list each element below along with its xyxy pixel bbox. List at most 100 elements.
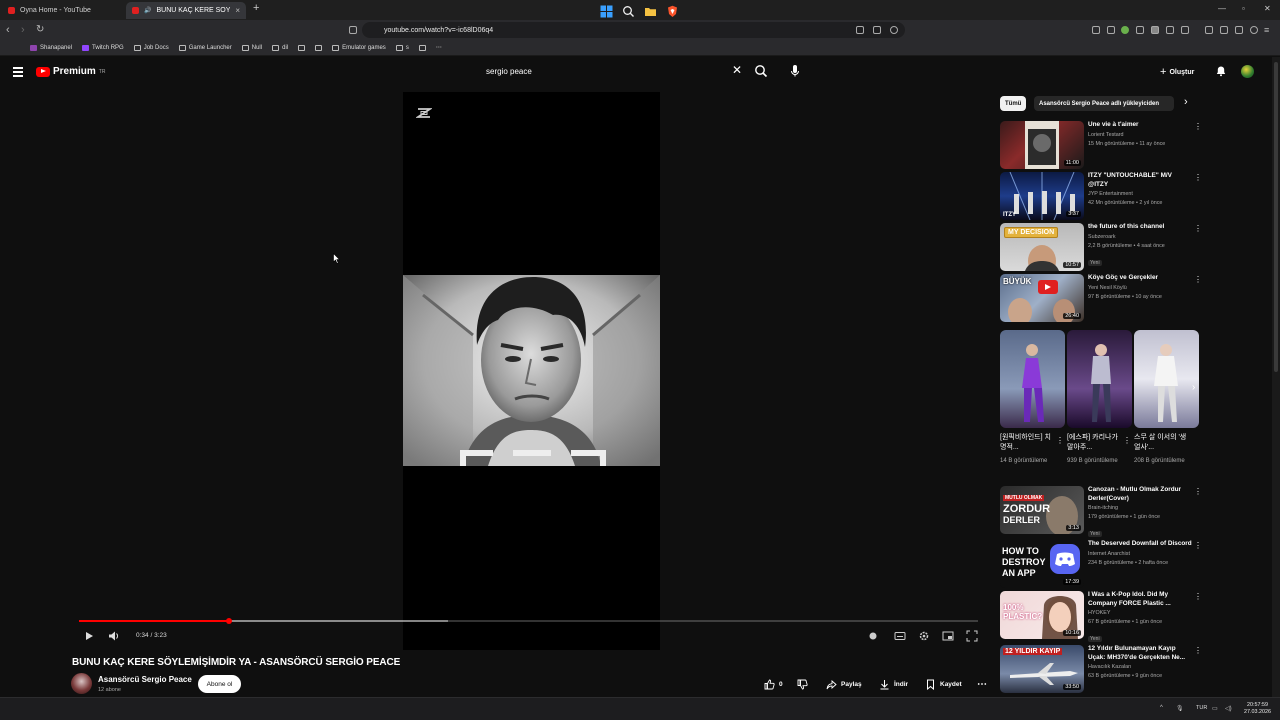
bookmark-folder[interactable] (418, 44, 426, 51)
brave-browser-icon[interactable] (666, 5, 679, 18)
video-progress-bar[interactable] (79, 618, 978, 624)
extension-icon[interactable] (1107, 26, 1115, 34)
save-button[interactable]: Kaydet (925, 676, 962, 693)
tab-current-video[interactable]: 🔊 BUNU KAÇ KERE SÖYLEMİŞİMDİR × (126, 2, 246, 19)
tab-oyna-home[interactable]: Oyna Home - YouTube (2, 2, 122, 19)
more-options-icon[interactable]: ⋮ (1194, 224, 1202, 234)
bookmark-icon[interactable] (349, 26, 357, 34)
fullscreen-icon[interactable] (966, 630, 978, 642)
bookmark-twitch-rpg[interactable]: Twitch RPG (82, 44, 124, 51)
scrubber-handle[interactable] (226, 618, 233, 624)
recommendation-info[interactable]: ITZY "UNTOUCHABLE" M/V @ITZY JYP Enterta… (1088, 172, 1193, 208)
play-icon[interactable] (83, 630, 95, 642)
chip-all[interactable]: Tümü (1000, 96, 1027, 111)
recommendation-info[interactable]: Une vie à t'aimer Lorient Testard 15 Mn … (1088, 121, 1193, 149)
more-options-icon[interactable]: ⋮ (1194, 541, 1202, 551)
sidebar-icon[interactable] (1220, 26, 1228, 34)
more-actions-icon[interactable]: ⋯ (977, 676, 987, 693)
youtube-premium-logo[interactable]: Premium TR (36, 66, 105, 77)
recommendation-thumbnail[interactable]: 12 YILDIR KAYIP 33:50 (1000, 645, 1084, 693)
autoplay-toggle-icon[interactable] (867, 630, 879, 642)
recommendation-thumbnail[interactable]: MUTLU OLMAK ZORDUR DERLER 3:13 (1000, 486, 1084, 534)
more-options-icon[interactable]: ⋮ (1194, 275, 1202, 285)
channel-avatar[interactable] (71, 673, 92, 694)
notifications-bell-icon[interactable] (1215, 65, 1227, 77)
recommendation-thumbnail[interactable]: 100% PLASTIC? 10:16 (1000, 591, 1084, 639)
extension-icon[interactable] (1136, 26, 1144, 34)
subscribe-button[interactable]: Abone ol (198, 675, 241, 693)
windows-start-icon[interactable] (600, 5, 613, 18)
translate-icon[interactable] (1092, 26, 1100, 34)
more-options-icon[interactable]: ⋮ (1194, 122, 1202, 132)
minimize-button[interactable]: — (1218, 4, 1226, 13)
profile-extension-icon[interactable] (1121, 26, 1129, 34)
chip-from-uploader[interactable]: Asansörcü Sergio Peace adlı yükleyiciden (1034, 96, 1174, 111)
chevron-right-icon[interactable]: › (1184, 96, 1188, 108)
more-options-icon[interactable]: ⋮ (1194, 487, 1202, 497)
dislike-button[interactable] (797, 676, 808, 693)
short-thumbnail[interactable] (1000, 330, 1065, 428)
hamburger-menu-icon[interactable] (13, 67, 23, 79)
leo-icon[interactable] (1250, 26, 1258, 34)
more-options-icon[interactable]: ⋮ (1056, 436, 1064, 445)
bookmark-s[interactable]: s (395, 44, 409, 51)
bookmark-shanapanel[interactable]: Shanapanel (30, 44, 72, 51)
page-scrollbar[interactable] (1272, 57, 1280, 697)
extension-icon[interactable] (1181, 26, 1189, 34)
bookmark-emulator-games[interactable]: Emulator games (332, 44, 386, 51)
media-icon[interactable] (1205, 26, 1213, 34)
recommendation-info[interactable]: 12 Yıldır Bulunamayan Kayıp Uçak: MH370'… (1088, 645, 1193, 681)
bookmark-game-launcher[interactable]: Game Launcher (178, 44, 232, 51)
settings-gear-icon[interactable] (918, 630, 930, 642)
shorts-next-icon[interactable]: › (1192, 382, 1195, 393)
reload-icon[interactable]: ↻ (36, 23, 44, 37)
more-options-icon[interactable]: ⋮ (1194, 173, 1202, 183)
input-language-indicator[interactable]: TUR (1196, 705, 1207, 711)
bookmark-dil[interactable]: dil (272, 44, 288, 51)
extension-icon[interactable] (1151, 26, 1159, 34)
short-thumbnail[interactable] (1134, 330, 1199, 428)
microphone-tray-icon[interactable]: 🎙 (1176, 705, 1184, 712)
clear-search-icon[interactable]: ✕ (732, 63, 742, 77)
download-button[interactable]: İndir (879, 676, 908, 693)
forward-icon[interactable]: › (21, 23, 25, 37)
account-avatar[interactable] (1241, 65, 1254, 78)
search-icon[interactable] (754, 64, 768, 78)
recommendation-info[interactable]: I Was a K-Pop Idol. Did My Company FORCE… (1088, 591, 1193, 645)
recommendation-thumbnail[interactable]: 11:00 (1000, 121, 1084, 169)
network-icon[interactable]: ▭ (1212, 705, 1218, 712)
like-button[interactable]: 0 (764, 676, 783, 693)
short-title[interactable]: 스무 살 이서의 '생얼사'... (1134, 433, 1190, 453)
wallet-icon[interactable] (1235, 26, 1243, 34)
more-options-icon[interactable]: ⋮ (1123, 436, 1131, 445)
more-options-icon[interactable]: ⋮ (1194, 646, 1202, 656)
close-window-button[interactable]: ✕ (1264, 4, 1271, 13)
recommendation-info[interactable]: the future of this channel Subzeroark 2,… (1088, 223, 1193, 269)
search-input[interactable]: sergio peace (478, 61, 748, 81)
short-title[interactable]: [원픽비하인드] 치명적... (1000, 433, 1056, 453)
new-tab-button[interactable]: + (253, 2, 259, 14)
file-explorer-icon[interactable] (644, 5, 657, 18)
create-button[interactable]: + Oluştur (1160, 66, 1194, 78)
volume-tray-icon[interactable]: ◁) (1225, 705, 1232, 712)
close-tab-icon[interactable]: × (235, 6, 240, 15)
cast-icon[interactable] (856, 26, 864, 34)
bookmark-folder[interactable] (298, 44, 306, 51)
recommendation-thumbnail[interactable]: BÜYÜK 26:40 (1000, 274, 1084, 322)
recommendation-info[interactable]: Köye Göç ve Gerçekler Yeni Nesil Köylü 9… (1088, 274, 1193, 302)
taskbar-search-icon[interactable] (622, 5, 635, 18)
url-field[interactable]: youtube.com/watch?v=-ic68lD06q4 (362, 22, 905, 38)
recommendation-info[interactable]: Canozan - Mutlu Olmak Zordur Derler(Cove… (1088, 486, 1193, 540)
system-clock[interactable]: 20:57:59 27.03.2026 (1244, 702, 1271, 716)
short-thumbnail[interactable] (1067, 330, 1132, 428)
recommendation-thumbnail[interactable]: HOW TO DESTROY AN APP 17:39 (1000, 540, 1084, 588)
back-icon[interactable]: ‹ (6, 23, 10, 37)
bookmark-null[interactable]: Null (241, 44, 262, 51)
recommendation-thumbnail[interactable]: MY DECISION 10:57 (1000, 223, 1084, 271)
bookmark-job-docs[interactable]: Job Docs (133, 44, 169, 51)
maximize-button[interactable]: ▫ (1242, 4, 1245, 13)
extension-icon[interactable] (1166, 26, 1174, 34)
channel-name[interactable]: Asansörcü Sergio Peace (98, 675, 192, 684)
bookmark-folder[interactable] (315, 44, 323, 51)
shield-icon[interactable] (890, 26, 898, 34)
